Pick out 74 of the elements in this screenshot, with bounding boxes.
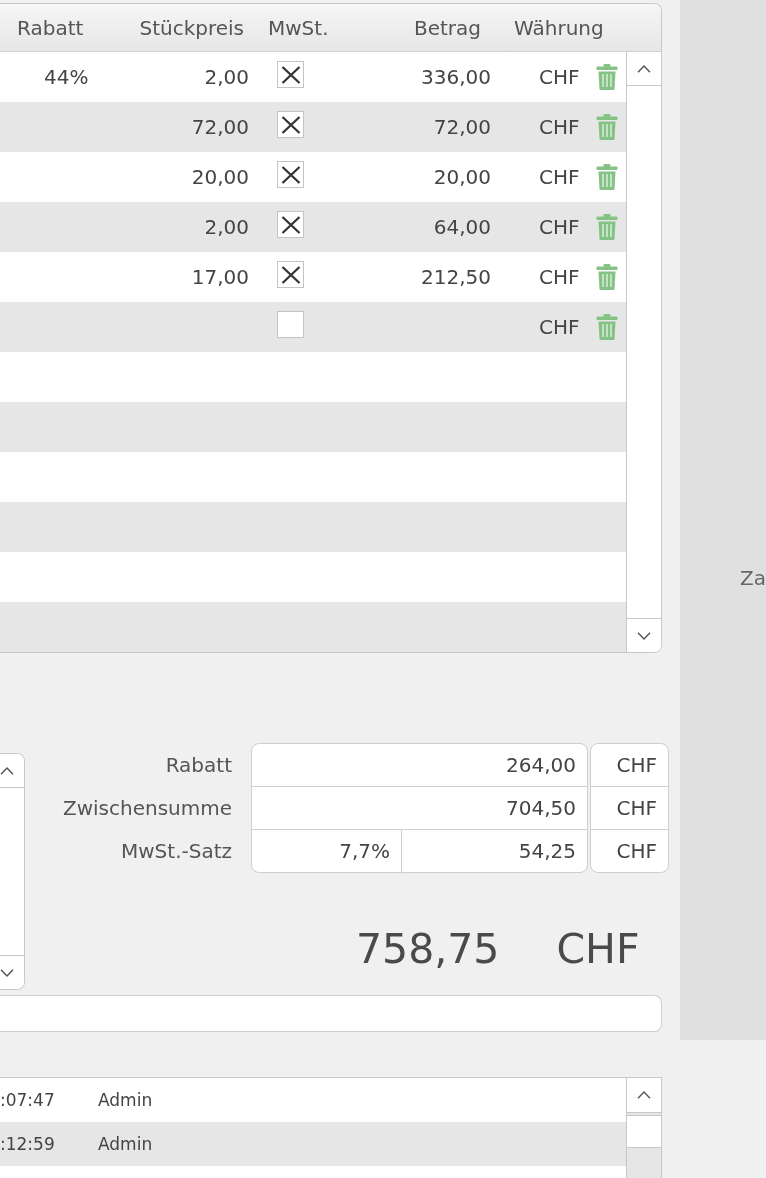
scroll-down-button[interactable] [627,618,661,652]
table-cell: 2,00 [204,215,249,239]
table-cell: 20,00 [433,165,491,189]
checkbox[interactable] [277,311,304,338]
scrollbar[interactable] [626,1078,661,1178]
trash-icon[interactable] [595,214,618,240]
checkbox[interactable] [277,161,304,188]
user-text: Admin [98,1090,153,1110]
table-cell: 20,00 [191,165,249,189]
table-cell: CHF [539,315,580,339]
table-row[interactable]: CHF [0,302,626,352]
trash-icon[interactable] [595,164,618,190]
chevron-up-icon [637,1091,651,1099]
table-cell: 72,00 [191,115,249,139]
table-cell: 2,00 [204,65,249,89]
scroll-up-button[interactable] [627,1078,661,1113]
chevron-up-icon [637,64,651,73]
table-cell: CHF [539,265,580,289]
table-cell: 212,50 [421,265,491,289]
field-label: Zwischensumme [62,795,232,820]
checkbox[interactable] [277,111,304,138]
chevron-down-icon [0,968,14,977]
text-field[interactable] [0,995,662,1032]
table-cell: 17,00 [191,265,249,289]
column-header[interactable]: Stückpreis [139,15,244,40]
table-cell: CHF [539,65,580,89]
currency-field: CHF [590,786,669,830]
checkbox[interactable] [277,61,304,88]
column-header[interactable]: Rabatt [17,15,84,40]
checkbox[interactable] [277,211,304,238]
field-label: MwSt.-Satz [121,838,232,863]
currency-field: CHF [590,829,669,873]
total-currency: CHF [556,924,640,974]
scrollbar[interactable] [626,52,661,652]
currency-field: CHF [590,743,669,787]
table-row[interactable]: 72,00 72,00 CHF [0,102,626,152]
table-cell: CHF [539,215,580,239]
trash-icon[interactable] [595,314,618,340]
scrollbar[interactable] [0,753,25,990]
time-text: :12:59 [0,1134,56,1154]
trash-icon[interactable] [595,64,618,90]
amount-field[interactable]: 54,25 [401,829,588,873]
amount-field[interactable]: 704,50 [251,786,588,830]
field-label: Rabatt [165,752,232,777]
amount-field[interactable]: 264,00 [251,743,588,787]
time-text: :07:47 [0,1090,56,1110]
chevron-down-icon [637,631,651,640]
table-cell: 72,00 [433,115,491,139]
table-cell: 44% [44,65,89,89]
table-cell: CHF [539,115,580,139]
column-header[interactable]: Währung [514,15,604,40]
table-cell: CHF [539,165,580,189]
table-cell: 64,00 [433,215,491,239]
column-header[interactable]: Betrag [413,15,481,40]
table-cell: 336,00 [421,65,491,89]
chevron-up-icon [0,766,14,775]
x-mark-icon [280,65,301,84]
trash-icon[interactable] [595,264,618,290]
field-label: Za [740,566,766,590]
rate-field[interactable]: 7,7% [251,829,402,873]
table-row[interactable]: 2,00 64,00 CHF [0,202,626,252]
x-mark-icon [280,215,301,234]
trash-icon[interactable] [595,114,618,140]
scroll-up-button[interactable] [0,754,24,788]
column-header[interactable]: MwSt. [268,15,329,40]
x-mark-icon [280,165,301,184]
scrollbar-thumb[interactable] [627,1115,661,1148]
list-row[interactable]: :12:59 Admin [0,1122,626,1166]
x-mark-icon [280,265,301,284]
scroll-down-button[interactable] [0,955,24,989]
checkbox[interactable] [277,261,304,288]
x-mark-icon [280,115,301,134]
user-text: Admin [98,1134,153,1154]
total-amount: 758,75 [356,924,500,974]
